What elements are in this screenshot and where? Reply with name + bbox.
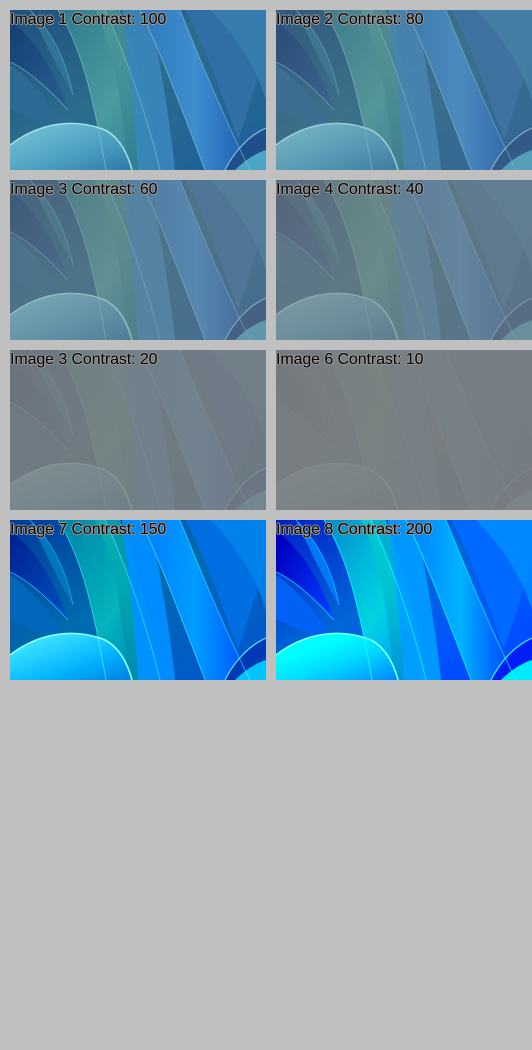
image-caption: Image 1 Contrast: 100 <box>10 11 167 28</box>
image-tile-1: Image 1 Contrast: 100 <box>10 10 266 170</box>
image-tile-2: Image 2 Contrast: 80 <box>276 10 532 170</box>
image-tile-5: Image 3 Contrast: 20 <box>10 350 266 510</box>
agave-photo <box>276 350 532 510</box>
agave-photo <box>10 520 266 680</box>
agave-photo <box>10 180 266 340</box>
image-caption: Image 3 Contrast: 20 <box>10 351 158 368</box>
image-tile-3: Image 3 Contrast: 60 <box>10 180 266 340</box>
image-tile-8: Image 8 Contrast: 200 <box>276 520 532 680</box>
image-caption: Image 4 Contrast: 40 <box>276 181 424 198</box>
image-caption: Image 6 Contrast: 10 <box>276 351 424 368</box>
agave-photo <box>276 520 532 680</box>
agave-photo <box>10 350 266 510</box>
image-tile-4: Image 4 Contrast: 40 <box>276 180 532 340</box>
image-caption: Image 2 Contrast: 80 <box>276 11 424 28</box>
image-tile-7: Image 7 Contrast: 150 <box>10 520 266 680</box>
agave-photo <box>10 10 266 170</box>
image-tile-6: Image 6 Contrast: 10 <box>276 350 532 510</box>
image-caption: Image 7 Contrast: 150 <box>10 521 167 538</box>
agave-photo <box>276 10 532 170</box>
image-caption: Image 3 Contrast: 60 <box>10 181 158 198</box>
agave-photo <box>276 180 532 340</box>
image-caption: Image 8 Contrast: 200 <box>276 521 433 538</box>
